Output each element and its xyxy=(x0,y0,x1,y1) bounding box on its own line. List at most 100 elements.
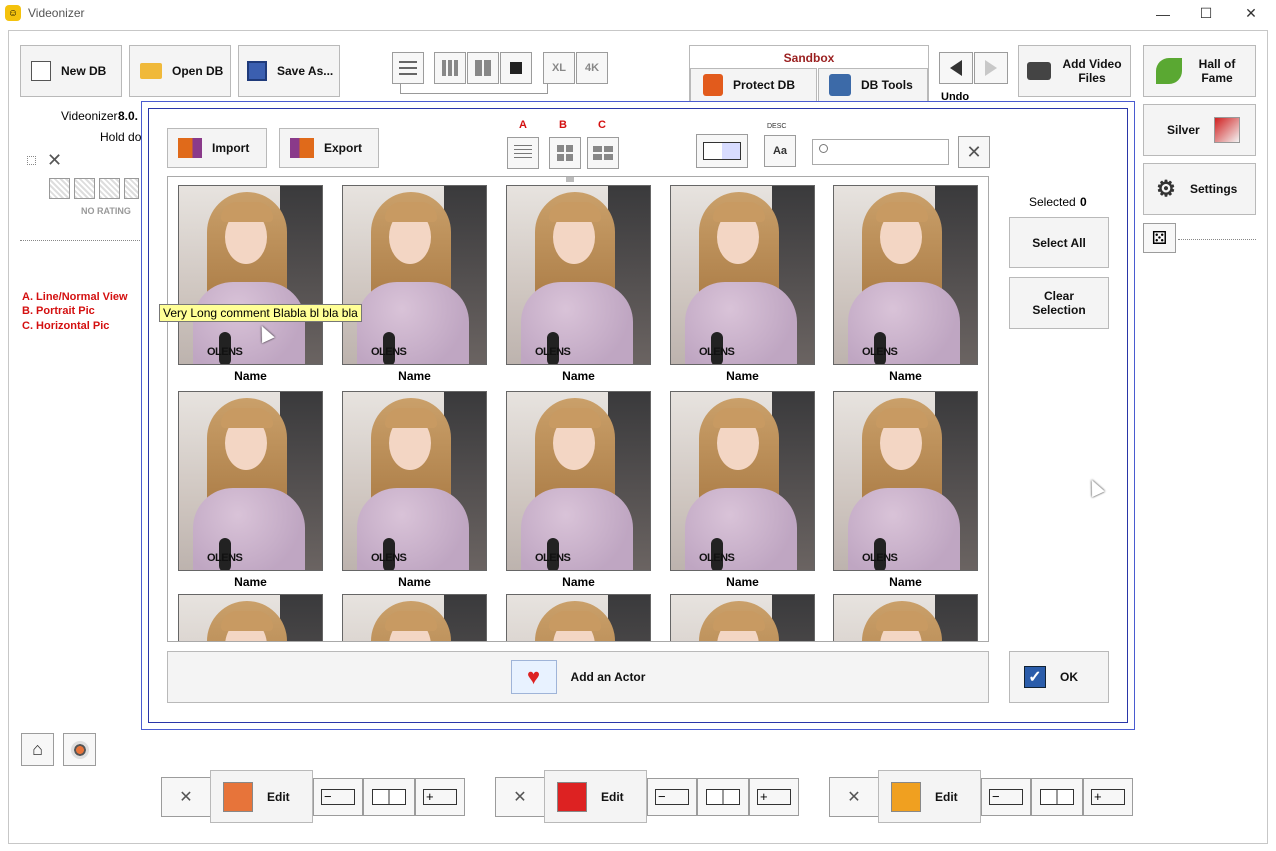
actor-card[interactable]: OLENS Name xyxy=(670,185,815,383)
bottom-clear-button[interactable]: ✕ xyxy=(829,777,879,817)
left-dotted-separator xyxy=(20,240,142,241)
actor-photo[interactable]: OLENS xyxy=(178,594,323,641)
bottom-minus-button[interactable]: − xyxy=(313,778,363,816)
edit-thumbnail-icon xyxy=(891,781,921,812)
close-window-button[interactable]: ✕ xyxy=(1228,0,1274,27)
actor-photo[interactable]: OLENS xyxy=(178,391,323,571)
export-button[interactable]: Export xyxy=(279,128,379,168)
minus-box-icon: − xyxy=(655,789,689,805)
actor-photo[interactable]: OLENS xyxy=(670,391,815,571)
actor-photo[interactable]: OLENS xyxy=(833,185,978,365)
export-arrow-icon xyxy=(290,138,314,158)
bottom-size-button[interactable] xyxy=(1031,778,1083,816)
actor-card[interactable]: OLENS xyxy=(178,594,323,641)
add-video-files-button[interactable]: Add Video Files xyxy=(1018,45,1131,97)
silver-button[interactable]: Silver xyxy=(1143,104,1256,156)
actor-card[interactable]: OLENS xyxy=(670,594,815,641)
protect-db-button[interactable]: Protect DB xyxy=(690,68,817,102)
view-medium-grid-button[interactable] xyxy=(467,52,499,84)
actor-card[interactable]: OLENS Name xyxy=(670,391,815,589)
clear-selection-button[interactable]: Clear Selection xyxy=(1009,277,1109,329)
panel-toggle-button[interactable] xyxy=(696,134,748,168)
actor-photo[interactable]: OLENS xyxy=(342,391,487,571)
actor-card[interactable]: OLENS Name xyxy=(833,391,978,589)
edit-thumbnail-icon xyxy=(223,781,253,812)
bottom-minus-button[interactable]: − xyxy=(981,778,1031,816)
actor-card[interactable]: OLENS Name xyxy=(342,185,487,383)
view-small-grid-button[interactable] xyxy=(434,52,466,84)
hall-of-fame-button[interactable]: Hall of Fame xyxy=(1143,45,1256,97)
actor-card[interactable]: OLENS Name xyxy=(506,391,651,589)
actor-card[interactable]: OLENS Name xyxy=(342,391,487,589)
actor-photo[interactable]: OLENS xyxy=(833,594,978,641)
sort-alpha-button[interactable]: Aa xyxy=(764,135,796,167)
view-large-button[interactable] xyxy=(500,52,532,84)
actor-photo[interactable]: OLENS xyxy=(178,185,323,365)
horizontal-view-button[interactable] xyxy=(587,137,619,169)
bottom-minus-button[interactable]: − xyxy=(647,778,697,816)
actor-photo[interactable]: OLENS xyxy=(342,185,487,365)
bottom-edit-button[interactable]: Edit xyxy=(878,770,981,823)
save-as-button[interactable]: Save As... xyxy=(238,45,340,97)
view-label-b: B xyxy=(559,119,567,131)
redo-arrow-icon xyxy=(985,60,997,76)
sandbox-label: Sandbox xyxy=(783,51,835,65)
actor-photo[interactable]: OLENS xyxy=(506,594,651,641)
view-4k-button[interactable]: 4K xyxy=(576,52,608,84)
open-db-button[interactable]: Open DB xyxy=(129,45,231,97)
actor-photo[interactable]: OLENS xyxy=(670,185,815,365)
checkbox[interactable] xyxy=(27,156,36,165)
bottom-plus-button[interactable]: + xyxy=(749,778,799,816)
actor-photo[interactable]: OLENS xyxy=(342,594,487,641)
maximize-button[interactable]: ☐ xyxy=(1183,0,1229,27)
new-db-button[interactable]: New DB xyxy=(20,45,122,97)
portrait-view-button[interactable] xyxy=(549,137,581,169)
clear-rating-x-icon[interactable]: ✕ xyxy=(47,150,62,171)
actor-card[interactable]: OLENS Name xyxy=(506,185,651,383)
close-icon: ✕ xyxy=(513,789,527,806)
redo-button[interactable] xyxy=(974,52,1008,84)
rating-stars[interactable] xyxy=(49,178,139,199)
undo-button[interactable] xyxy=(939,52,973,84)
selected-label: Selected xyxy=(1029,195,1076,209)
bottom-clear-button[interactable]: ✕ xyxy=(161,777,211,817)
db-tools-button[interactable]: DB Tools xyxy=(818,68,928,102)
bottom-size-button[interactable] xyxy=(363,778,415,816)
actor-card[interactable]: OLENS Name xyxy=(833,185,978,383)
bottom-plus-button[interactable]: + xyxy=(1083,778,1133,816)
actor-photo[interactable]: OLENS xyxy=(833,391,978,571)
minimize-button[interactable]: — xyxy=(1140,0,1186,27)
home-button[interactable]: ⌂ xyxy=(21,733,54,766)
feed-button[interactable] xyxy=(63,733,96,766)
bottom-edit-button[interactable]: Edit xyxy=(544,770,647,823)
import-button[interactable]: Import xyxy=(167,128,267,168)
view-list-button[interactable] xyxy=(392,52,424,84)
actors-grid[interactable]: OLENS Name OLENS Name OLENS Name OLENS Name OLEN… xyxy=(167,176,989,642)
heart-badge-icon: ♥ xyxy=(510,660,557,694)
actor-card[interactable]: OLENS xyxy=(342,594,487,641)
bottom-size-button[interactable] xyxy=(697,778,749,816)
select-all-button[interactable]: Select All xyxy=(1009,217,1109,268)
tools-icon xyxy=(829,74,851,96)
add-actor-button[interactable]: ♥ Add an Actor xyxy=(167,651,989,703)
actor-card[interactable]: OLENS xyxy=(833,594,978,641)
actor-card[interactable]: OLENS Name xyxy=(178,391,323,589)
ok-button[interactable]: ✓ OK xyxy=(1009,651,1109,703)
actor-photo[interactable]: OLENS xyxy=(506,185,651,365)
line-view-button[interactable] xyxy=(507,137,539,169)
bottom-edit-button[interactable]: Edit xyxy=(210,770,313,823)
settings-button[interactable]: ⚙ Settings xyxy=(1143,163,1256,215)
clear-search-button[interactable]: ✕ xyxy=(958,136,990,168)
large-square-icon xyxy=(510,62,522,74)
view-xl-button[interactable]: XL xyxy=(543,52,575,84)
search-box[interactable] xyxy=(812,139,949,165)
bottom-plus-button[interactable]: + xyxy=(415,778,465,816)
random-dice-button[interactable]: ⚄ xyxy=(1143,223,1176,253)
actor-photo[interactable]: OLENS xyxy=(506,391,651,571)
select-all-label: Select All xyxy=(1032,235,1086,250)
actor-photo[interactable]: OLENS xyxy=(670,594,815,641)
bottom-clear-button[interactable]: ✕ xyxy=(495,777,545,817)
actor-card[interactable]: OLENS xyxy=(506,594,651,641)
actor-card[interactable]: OLENS Name xyxy=(178,185,323,383)
search-input[interactable] xyxy=(835,143,945,161)
